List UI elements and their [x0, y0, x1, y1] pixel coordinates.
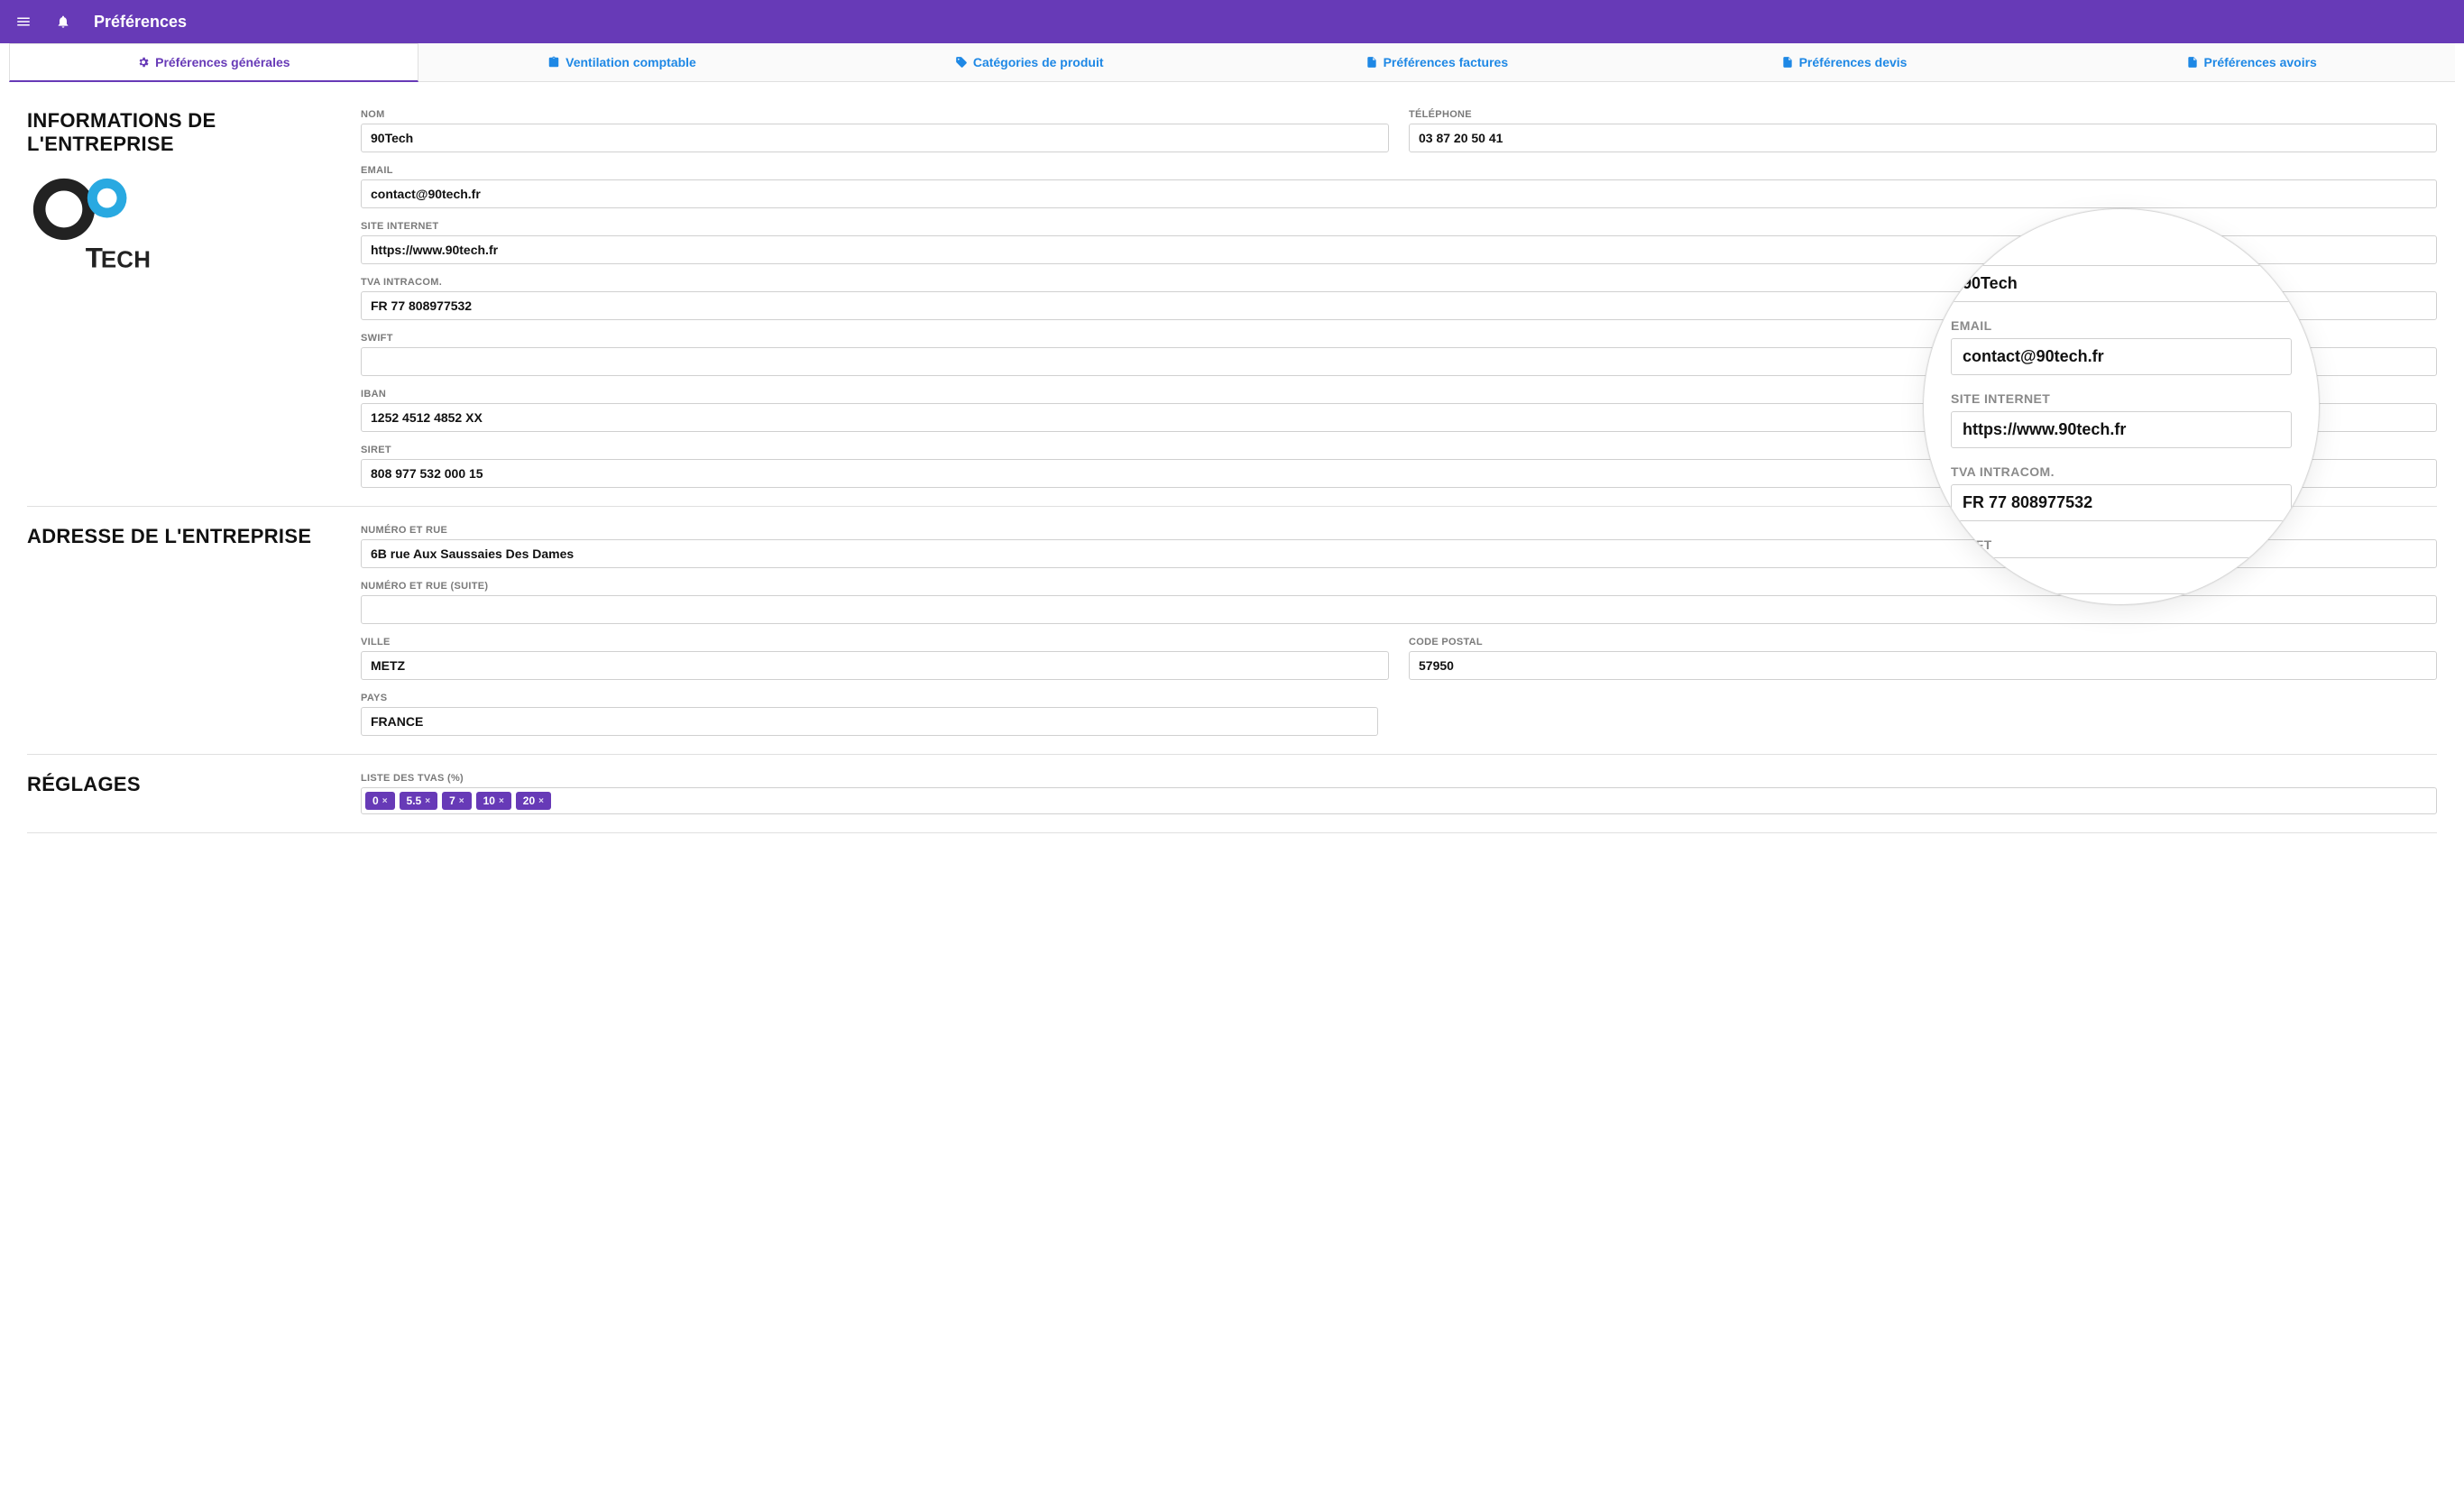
close-icon[interactable]: ×	[382, 796, 388, 806]
tag-icon	[955, 56, 968, 69]
tab-label: Préférences factures	[1384, 55, 1509, 69]
svg-text:ECH: ECH	[101, 248, 151, 273]
tab-label: Préférences devis	[1799, 55, 1908, 69]
nom-field[interactable]	[361, 124, 1389, 152]
section-title-company: INFORMATIONS DE L'ENTREPRISE	[27, 109, 334, 156]
tel-field[interactable]	[1409, 124, 2437, 152]
menu-icon[interactable]	[7, 5, 40, 38]
tvas-label: LISTE DES TVAS (%)	[361, 773, 2437, 784]
tva-chip[interactable]: 10×	[476, 792, 511, 810]
zoom-nom-field[interactable]	[1951, 265, 2292, 302]
tab-general[interactable]: Préférences générales	[9, 43, 418, 82]
email-field[interactable]	[361, 179, 2437, 208]
close-icon[interactable]: ×	[499, 796, 504, 806]
clipboard-icon	[547, 56, 560, 69]
zoom-email-label: EMAIL	[1951, 318, 2292, 333]
company-logo: T ECH	[27, 172, 334, 282]
file-icon	[1365, 56, 1378, 69]
tva-chip[interactable]: 5.5×	[400, 792, 438, 810]
bell-icon[interactable]	[47, 5, 79, 38]
zoom-email-field[interactable]	[1951, 338, 2292, 375]
tab-label: Préférences générales	[155, 55, 290, 69]
zoom-site-field[interactable]	[1951, 411, 2292, 448]
section-settings: RÉGLAGES LISTE DES TVAS (%) 0× 5.5×7×10× 2…	[27, 755, 2437, 833]
tab-label: Catégories de produit	[973, 55, 1104, 69]
ville-label: VILLE	[361, 637, 1389, 647]
section-title-address: ADRESSE DE L'ENTREPRISE	[27, 525, 334, 736]
close-icon[interactable]: ×	[538, 796, 544, 806]
zoom-tva-field[interactable]	[1951, 484, 2292, 521]
tva-chip[interactable]: 7×	[442, 792, 472, 810]
tab-factures[interactable]: Préférences factures	[1233, 43, 1641, 81]
ville-field[interactable]	[361, 651, 1389, 680]
tab-devis[interactable]: Préférences devis	[1641, 43, 2048, 81]
email-label: EMAIL	[361, 165, 2437, 176]
page-title: Préférences	[94, 13, 187, 32]
gear-icon	[137, 56, 150, 69]
file-icon	[2186, 56, 2199, 69]
tab-label: Préférences avoirs	[2204, 55, 2317, 69]
tab-label: Ventilation comptable	[565, 55, 696, 69]
nom-label: NOM	[361, 109, 1389, 120]
close-icon[interactable]: ×	[459, 796, 464, 806]
zoom-swift-label: SWIFT	[1951, 537, 2292, 552]
tel-label: TÉLÉPHONE	[1409, 109, 2437, 120]
pays-label: PAYS	[361, 693, 1378, 703]
zoom-nom-label: NOM	[1951, 245, 2292, 260]
app-bar: Préférences	[0, 0, 2464, 43]
tva-chip[interactable]: 0×	[365, 792, 395, 810]
tabs: Préférences générales Ventilation compta…	[9, 43, 2455, 82]
close-icon[interactable]: ×	[425, 796, 430, 806]
zoom-tva-label: TVA INTRACOM.	[1951, 464, 2292, 479]
tva-chip[interactable]: 20×	[516, 792, 551, 810]
zoom-site-label: SITE INTERNET	[1951, 391, 2292, 406]
file-icon	[1781, 56, 1794, 69]
section-title-settings: RÉGLAGES	[27, 773, 334, 814]
cp-field[interactable]	[1409, 651, 2437, 680]
tab-ventilation[interactable]: Ventilation comptable	[418, 43, 826, 81]
tab-categories[interactable]: Catégories de produit	[825, 43, 1233, 81]
pays-field[interactable]	[361, 707, 1378, 736]
cp-label: CODE POSTAL	[1409, 637, 2437, 647]
tab-avoirs[interactable]: Préférences avoirs	[2047, 43, 2455, 81]
zoom-magnifier: NOM EMAIL SITE INTERNET TVA INTRACOM. SW…	[1923, 208, 2320, 605]
tvas-chips[interactable]: 0× 5.5×7×10× 20×	[361, 787, 2437, 814]
